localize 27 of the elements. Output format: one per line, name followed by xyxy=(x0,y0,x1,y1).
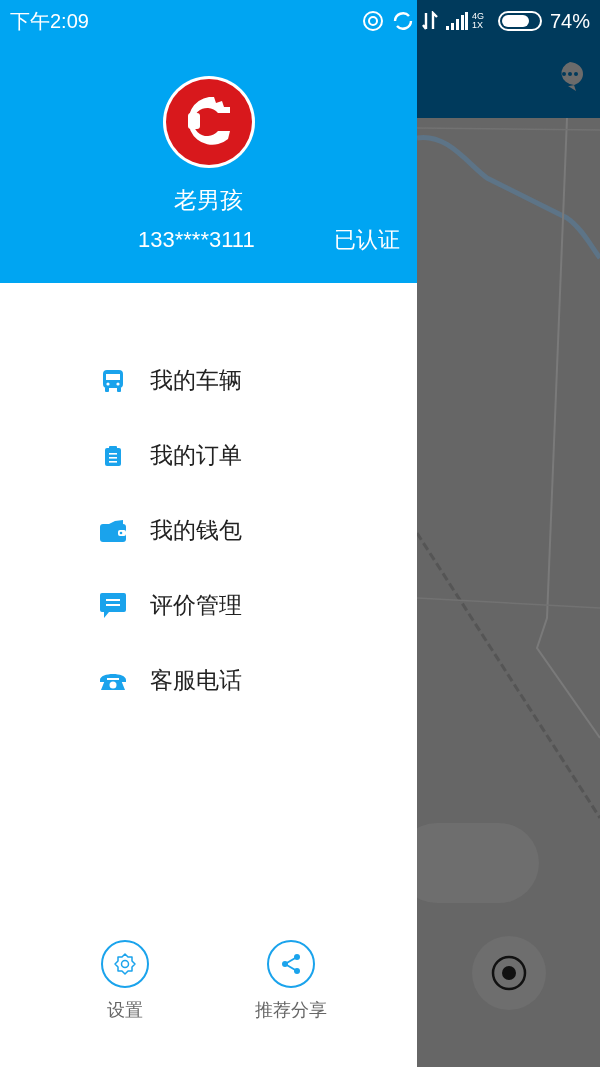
menu-item[interactable]: 评价管理 xyxy=(0,568,417,643)
share-icon xyxy=(279,952,303,976)
clipboard-icon xyxy=(104,444,122,467)
hotspot-icon xyxy=(361,10,384,32)
verified-label: 已认证 xyxy=(334,226,400,254)
locate-icon xyxy=(491,955,527,991)
network-type: 1X xyxy=(471,21,484,30)
data-arrows-icon xyxy=(421,11,438,31)
wallet-icon xyxy=(99,518,127,543)
signal-icon xyxy=(445,12,468,30)
bus-icon xyxy=(102,368,124,393)
menu-item[interactable]: 我的车辆 xyxy=(0,343,417,418)
network-type: 4G xyxy=(471,12,484,21)
sync-icon xyxy=(391,10,414,32)
user-name: 老男孩 xyxy=(174,186,243,215)
status-time: 下午2:09 xyxy=(10,9,89,34)
battery-icon xyxy=(497,11,542,31)
comment-icon xyxy=(99,591,127,620)
settings-icon xyxy=(113,952,137,976)
menu-item[interactable]: 我的订单 xyxy=(0,418,417,493)
menu-item[interactable]: 我的钱包 xyxy=(0,493,417,568)
battery-percent: 74% xyxy=(549,9,590,34)
footer-button[interactable]: 设置 xyxy=(75,940,175,1023)
phone-number: 133****3111 xyxy=(138,226,255,254)
footer-button[interactable]: 推荐分享 xyxy=(241,940,341,1023)
logo-icon xyxy=(165,79,252,165)
menu-item[interactable]: 客服电话 xyxy=(0,643,417,718)
